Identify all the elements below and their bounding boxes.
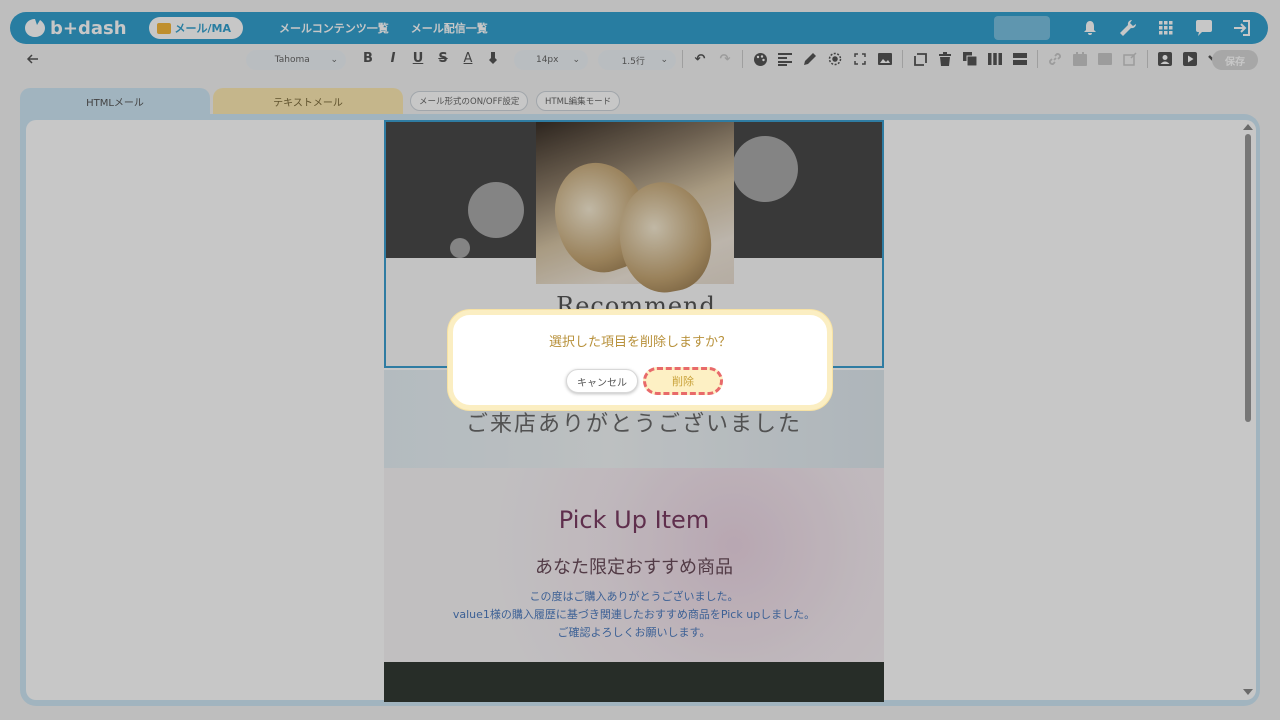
- dialog-message: 選択した項目を削除しますか？: [548, 335, 731, 350]
- delete-confirm-dialog: 選択した項目を削除しますか？ キャンセル 削除: [448, 310, 832, 410]
- cancel-button[interactable]: キャンセル: [566, 369, 638, 393]
- delete-button[interactable]: 削除: [643, 367, 723, 395]
